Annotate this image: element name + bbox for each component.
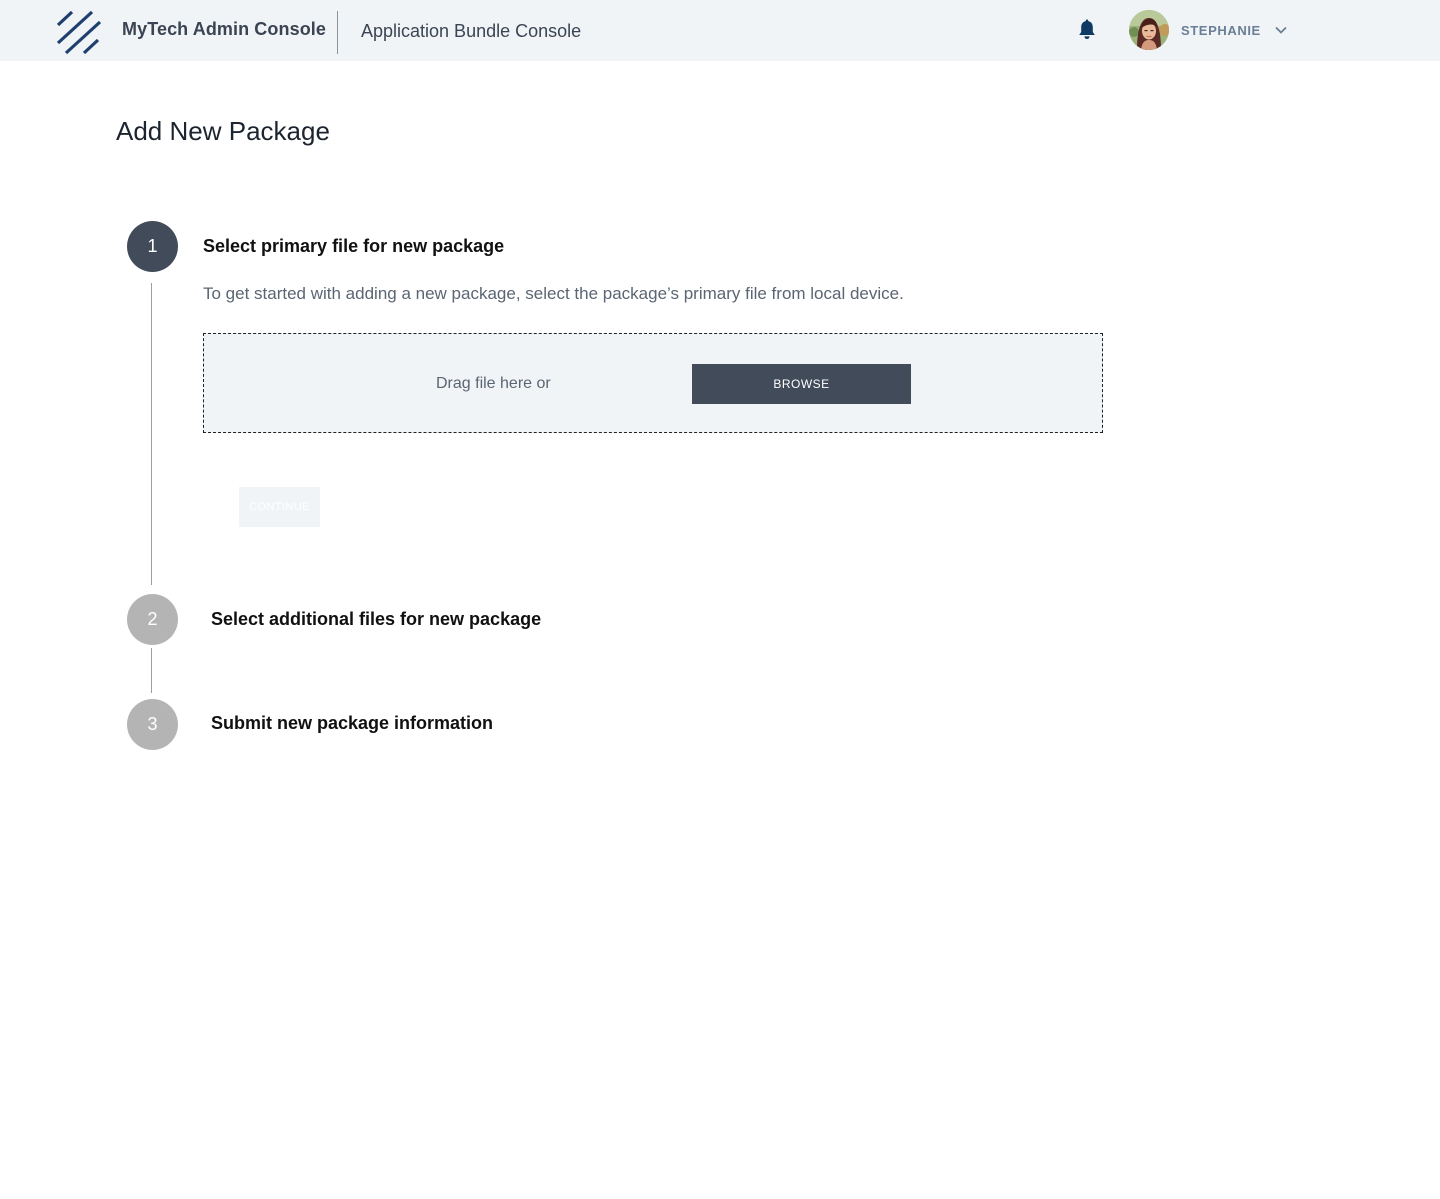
logo-stripes-icon [56,11,102,55]
bell-icon[interactable] [1076,19,1098,41]
brand-name: MyTech Admin Console [122,19,327,39]
step-connector-1 [151,283,152,585]
top-header: MyTech Admin Console Application Bundle … [0,0,1440,61]
user-name[interactable]: STEPHANIE [1181,23,1261,38]
step-connector-2 [151,648,152,693]
step-3-indicator: 3 [127,699,178,750]
step-1-description: To get started with adding a new package… [203,284,904,303]
app-name: Application Bundle Console [361,21,582,41]
avatar[interactable] [1129,10,1169,50]
file-dropzone[interactable] [203,333,1103,433]
dropzone-text: Drag file here or [436,375,551,392]
step-1-title: Select primary file for new package [203,236,505,256]
step-3-title: Submit new package information [211,713,494,733]
step-2-title: Select additional files for new package [211,609,542,629]
step-2-indicator: 2 [127,594,178,645]
header-divider [337,11,338,54]
chevron-down-icon[interactable] [1273,23,1289,37]
continue-button[interactable]: CONTINUE [239,487,320,527]
browse-button[interactable]: BROWSE [692,364,911,404]
page-title: Add New Package [116,116,330,146]
step-1-indicator: 1 [127,221,178,272]
